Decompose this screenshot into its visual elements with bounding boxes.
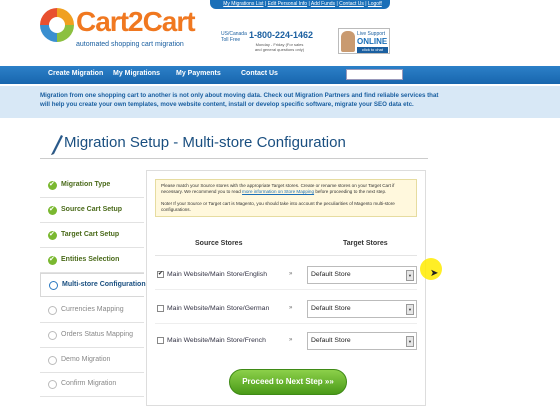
source-store-name: Main Website/Main Store/English [167,271,267,278]
nav-my-payments[interactable]: My Payments [176,70,221,77]
page-title: Migration Setup - Multi-store Configurat… [64,134,346,151]
store-checkbox-english[interactable] [157,270,164,278]
step-label: Confirm Migration [61,380,117,387]
phone-number: 1-800-224-1462 [249,30,314,40]
store-checkbox-french[interactable] [157,337,164,344]
logo-tagline: automated shopping cart migration [76,41,184,48]
banner-text: Migration from one shopping cart to anot… [40,92,439,108]
store-checkbox-german[interactable] [157,305,164,312]
pencil-icon [51,135,63,155]
proceed-next-step-button[interactable]: Proceed to Next Step »» [229,369,347,395]
store-mapping-link[interactable]: more information on Store Mapping [242,189,314,194]
info-notice: Please match your Source stores with the… [155,179,417,217]
cart2cart-logo-icon[interactable] [40,8,74,42]
divider [40,158,428,159]
step-label: Target Cart Setup [61,231,120,238]
pending-step-icon [48,356,57,365]
target-stores-header: Target Stores [343,240,388,247]
store-row: Main Website/Main Store/English » Defaul… [155,260,417,290]
check-icon [48,180,57,190]
live-support-button[interactable]: Live Support ONLINE click to chat [338,28,390,54]
step-entities-selection[interactable]: Entities Selection [40,249,144,273]
target-store-select[interactable]: Default Store [307,300,417,318]
pending-step-icon [48,380,57,389]
nav-create-migration[interactable]: Create Migration [48,70,103,77]
step-label: Entities Selection [61,256,120,263]
chevron-down-icon[interactable] [406,336,414,347]
step-migration-type[interactable]: Migration Type [40,174,144,198]
source-store-name: Main Website/Main Store/German [167,305,270,312]
pending-step-icon [48,306,57,315]
magento-note: Note! If your Source or Target cart is M… [161,201,395,212]
target-store-value: Default Store [311,271,351,278]
support-agent-avatar [341,31,355,52]
check-icon [48,230,57,240]
click-to-chat[interactable]: click to chat [357,47,388,53]
step-label: Source Cart Setup [61,206,123,213]
toll-free-region: US/Canada Toll Free [221,31,247,43]
site-header: Cart2Cart automated shopping cart migrat… [0,0,560,66]
top-link-edit-info[interactable]: Edit Personal Info [268,1,307,7]
target-store-value: Default Store [311,337,351,344]
live-support-status: ONLINE [357,37,388,46]
divider [155,289,417,290]
top-link-contact[interactable]: Contact Us [339,1,364,7]
info-text: Please match your Source stores with the… [161,183,416,195]
mapping-arrow-icon: » [289,337,293,343]
source-store-name: Main Website/Main Store/French [167,337,266,344]
step-label: Migration Type [61,181,111,188]
nav-contact-us[interactable]: Contact Us [241,70,278,77]
mouse-cursor-icon: ➤ [430,268,439,279]
chevron-down-icon[interactable] [406,270,414,281]
store-row: Main Website/Main Store/French » Default… [155,326,417,356]
info-banner: Migration from one shopping cart to anot… [0,86,560,118]
main-nav: Create Migration My Migrations My Paymen… [0,66,560,84]
step-source-cart-setup[interactable]: Source Cart Setup [40,199,144,223]
source-stores-header: Source Stores [195,240,243,247]
logo-text[interactable]: Cart2Cart [76,6,196,38]
check-icon [48,205,57,215]
step-label: Currencies Mapping [61,306,124,313]
step-label: Demo Migration [61,356,111,363]
search-input[interactable] [346,69,403,80]
configuration-panel: Please match your Source stores with the… [146,170,426,406]
step-orders-status-mapping: Orders Status Mapping [40,324,144,348]
top-link-migrations-list[interactable]: My Migrations List [223,1,263,7]
step-multistore-configuration[interactable]: Multi-store Configuration [40,273,146,297]
phone-hours: Monday - Friday (For sales and general q… [254,42,305,52]
top-link-logoff[interactable]: Logoff [368,1,382,7]
target-store-value: Default Store [311,305,351,312]
chevron-down-icon[interactable] [406,304,414,315]
check-icon [48,255,57,265]
store-row: Main Website/Main Store/German » Default… [155,294,417,324]
step-confirm-migration: Confirm Migration [40,373,144,397]
step-target-cart-setup[interactable]: Target Cart Setup [40,224,144,248]
target-store-select[interactable]: Default Store [307,332,417,350]
step-demo-migration: Demo Migration [40,349,144,373]
step-currencies-mapping: Currencies Mapping [40,299,144,323]
top-links: My Migrations List | Edit Personal Info … [223,1,382,7]
step-label: Multi-store Configuration [62,281,146,288]
pending-step-icon [48,331,57,340]
divider [155,255,417,256]
step-label: Orders Status Mapping [61,331,133,338]
divider [155,323,417,324]
mapping-arrow-icon: » [289,305,293,311]
active-step-icon [49,281,58,290]
mapping-arrow-icon: » [289,271,293,277]
top-link-add-funds[interactable]: Add Funds [311,1,335,7]
info-text-b: before proceeding to the next step. [314,189,387,194]
target-store-select[interactable]: Default Store [307,266,417,284]
nav-my-migrations[interactable]: My Migrations [113,70,160,77]
